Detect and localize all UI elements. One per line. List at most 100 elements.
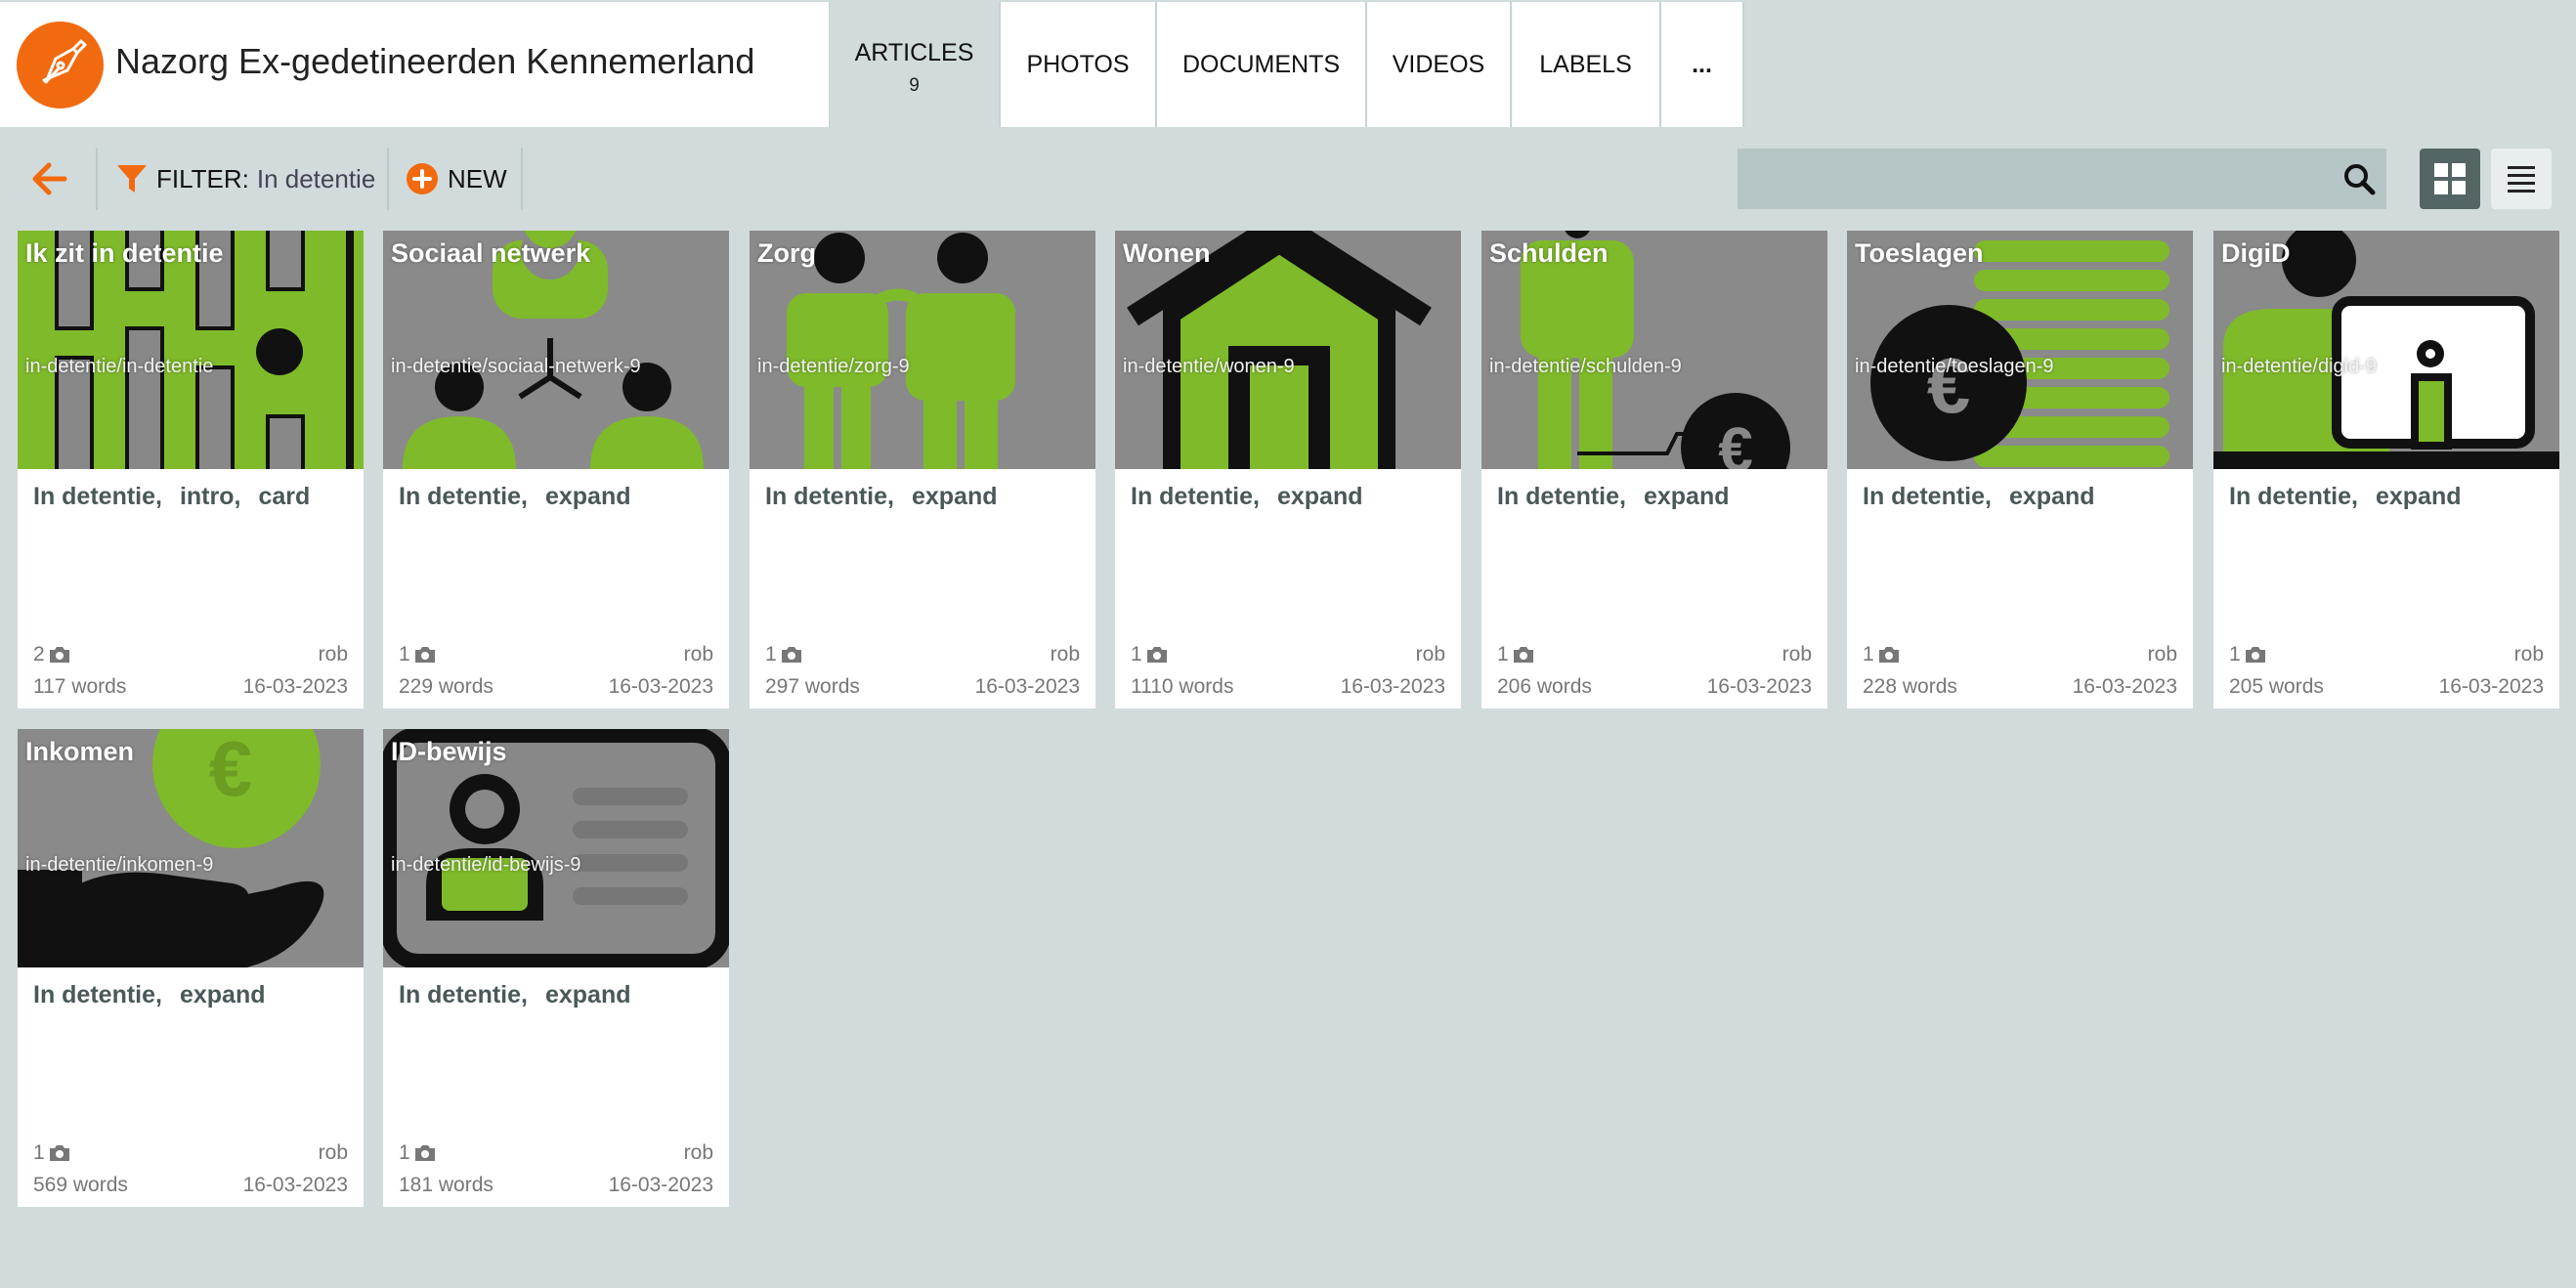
main-tabs: ARTICLES 9 PHOTOS DOCUMENTS VIDEOS LABEL… <box>830 2 1744 127</box>
article-card[interactable]: € Toeslagen in-detentie/toeslagen-9 In d… <box>1847 231 2193 708</box>
card-label[interactable]: In detentie, <box>765 483 894 511</box>
article-card[interactable]: Sociaal netwerk in-detentie/sociaal-netw… <box>383 231 729 708</box>
pen-nib-logo-icon[interactable] <box>17 21 104 108</box>
card-word-count: 229 words <box>399 675 494 698</box>
card-path: in-detentie/schulden-9 <box>1489 356 1682 377</box>
card-label[interactable]: In detentie, <box>1497 483 1626 511</box>
card-label[interactable]: intro, <box>180 483 241 511</box>
card-labels: In detentie, expand <box>399 483 649 511</box>
card-label[interactable]: expand <box>2376 483 2462 511</box>
toolbar-divider <box>96 148 98 210</box>
card-label[interactable]: In detentie, <box>399 981 528 1009</box>
card-label[interactable]: In detentie, <box>1131 483 1260 511</box>
card-word-count: 205 words <box>2229 675 2324 698</box>
card-path: in-detentie/inkomen-9 <box>25 854 214 876</box>
list-icon <box>2508 166 2535 193</box>
card-labels: In detentie, expand <box>1131 483 1381 511</box>
card-word-count: 206 words <box>1497 675 1592 698</box>
card-label[interactable]: In detentie, <box>33 981 162 1009</box>
list-view-button[interactable] <box>2491 149 2552 209</box>
card-author: rob <box>1415 643 1445 665</box>
article-thumbnail: € Inkomen in-detentie/inkomen-9 <box>18 729 364 967</box>
card-label[interactable]: card <box>258 483 310 511</box>
tab-label: DOCUMENTS <box>1181 50 1341 78</box>
search-input[interactable] <box>1738 149 2386 209</box>
article-card[interactable]: Wonen in-detentie/wonen-9 In detentie, e… <box>1115 231 1461 708</box>
svg-text:€: € <box>1718 414 1753 469</box>
card-label[interactable]: expand <box>180 981 266 1009</box>
card-label[interactable]: In detentie, <box>399 483 528 511</box>
camera-icon <box>414 647 435 663</box>
photo-count: 1 <box>1497 643 1535 666</box>
card-path: in-detentie/zorg-9 <box>757 356 910 377</box>
camera-icon <box>414 1145 435 1161</box>
photo-count-value: 1 <box>765 643 777 665</box>
card-path: in-detentie/digid-9 <box>2221 356 2377 377</box>
card-title: ID-bewijs <box>391 737 507 766</box>
card-author: rob <box>2513 643 2544 665</box>
card-labels: In detentie, expand <box>1497 483 1747 511</box>
tab-label: ARTICLES <box>854 38 974 66</box>
card-title: Wonen <box>1123 238 1211 268</box>
tab-photos[interactable]: PHOTOS <box>1001 2 1157 127</box>
search-icon[interactable] <box>2341 161 2377 196</box>
new-article-button[interactable]: NEW <box>407 157 507 200</box>
card-label[interactable]: In detentie, <box>33 483 162 511</box>
card-author: rob <box>318 643 348 665</box>
card-title: Schulden <box>1489 238 1609 268</box>
camera-icon <box>1146 647 1167 663</box>
article-thumbnail: DigiD in-detentie/digid-9 <box>2213 231 2559 469</box>
article-card[interactable]: ID-bewijs in-detentie/id-bewijs-9 In det… <box>383 729 729 1207</box>
photo-count: 1 <box>399 643 437 666</box>
grid-view-button[interactable] <box>2420 149 2480 209</box>
card-label[interactable]: In detentie, <box>1863 483 1992 511</box>
back-button[interactable] <box>29 159 68 198</box>
toolbar-divider <box>521 148 523 210</box>
article-card[interactable]: Zorg in-detentie/zorg-9 In detentie, exp… <box>750 231 1095 708</box>
article-thumbnail: ID-bewijs in-detentie/id-bewijs-9 <box>383 729 729 967</box>
card-label[interactable]: expand <box>545 981 631 1009</box>
app-title: Nazorg Ex-gedetineerden Kennemerland <box>115 41 755 81</box>
card-label[interactable]: expand <box>912 483 998 511</box>
tab-documents[interactable]: DOCUMENTS <box>1157 2 1367 127</box>
card-title: Sociaal netwerk <box>391 238 591 268</box>
card-date: 16-03-2023 <box>2072 675 2177 698</box>
card-path: in-detentie/in-detentie <box>25 356 214 377</box>
card-author: rob <box>1050 643 1080 665</box>
article-card[interactable]: Ik zit in detentie in-detentie/in-detent… <box>18 231 364 708</box>
tab-articles[interactable]: ARTICLES 9 <box>830 2 1001 127</box>
card-date: 16-03-2023 <box>242 1174 348 1196</box>
article-card[interactable]: € Schulden in-detentie/schulden-9 In det… <box>1481 231 1827 708</box>
photo-count: 2 <box>33 643 71 666</box>
article-thumbnail: Sociaal netwerk in-detentie/sociaal-netw… <box>383 231 729 469</box>
tab-count: 9 <box>909 74 920 96</box>
article-card[interactable]: € Inkomen in-detentie/inkomen-9 In deten… <box>18 729 364 1207</box>
tab-label: ... <box>1692 50 1712 78</box>
card-label[interactable]: expand <box>1644 483 1730 511</box>
photo-count-value: 1 <box>1497 643 1509 665</box>
tab-labels[interactable]: LABELS <box>1512 2 1661 127</box>
article-thumbnail: Wonen in-detentie/wonen-9 <box>1115 231 1461 469</box>
photo-count: 1 <box>2229 643 2267 666</box>
card-title: Toeslagen <box>1855 238 1984 268</box>
card-date: 16-03-2023 <box>242 675 348 698</box>
tab-videos[interactable]: VIDEOS <box>1367 2 1512 127</box>
card-label[interactable]: expand <box>2009 483 2095 511</box>
card-label[interactable]: expand <box>1277 483 1363 511</box>
article-thumbnail: € Schulden in-detentie/schulden-9 <box>1481 231 1827 469</box>
card-title: Inkomen <box>25 737 135 766</box>
card-title: Zorg <box>757 238 816 268</box>
tab-label: LABELS <box>1539 50 1632 78</box>
photo-count: 1 <box>33 1141 71 1165</box>
card-label[interactable]: expand <box>545 483 631 511</box>
article-card[interactable]: DigiD in-detentie/digid-9 In detentie, e… <box>2213 231 2559 708</box>
card-word-count: 569 words <box>33 1174 128 1196</box>
filter-label: FILTER: <box>156 163 249 193</box>
card-word-count: 181 words <box>399 1174 494 1196</box>
filter-button[interactable]: FILTER: In detentie <box>115 157 375 200</box>
tab-label: PHOTOS <box>1026 50 1130 78</box>
tab-more[interactable]: ... <box>1661 2 1744 127</box>
card-path: in-detentie/id-bewijs-9 <box>391 854 581 876</box>
card-label[interactable]: In detentie, <box>2229 483 2358 511</box>
card-labels: In detentie, expand <box>2229 483 2479 511</box>
